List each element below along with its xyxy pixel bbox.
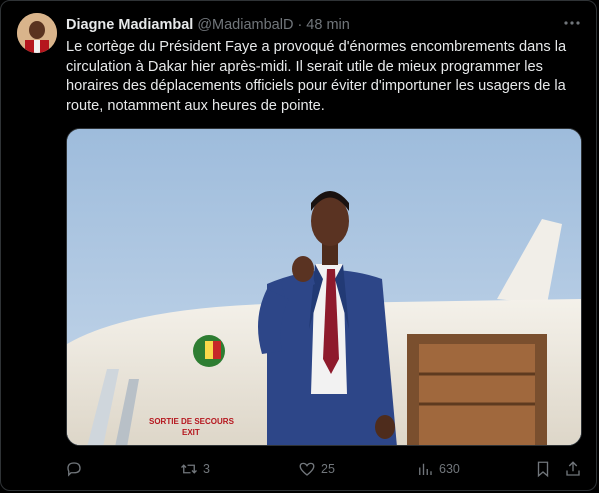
tweet-header: Diagne Madiambal @MadiambalD · 48 min <box>66 15 350 35</box>
aircraft-sign-exit: EXIT <box>182 428 200 437</box>
avatar[interactable] <box>17 13 57 53</box>
views-count: 630 <box>439 462 460 476</box>
like-count: 25 <box>321 462 335 476</box>
action-bar: 3 25 630 <box>60 455 590 483</box>
tweet-text: Le cortège du Président Faye a provoqué … <box>66 39 567 114</box>
views-button[interactable]: 630 <box>416 455 460 483</box>
reply-icon <box>67 462 81 477</box>
author-handle[interactable]: @MadiambalD <box>197 17 293 33</box>
aircraft-sign: SORTIE DE SECOURS <box>149 417 235 426</box>
more-dots-icon[interactable] <box>561 14 583 32</box>
views-chart-icon <box>419 463 432 475</box>
retweet-count: 3 <box>203 462 210 476</box>
bookmark-icon <box>537 461 549 478</box>
reply-button[interactable] <box>65 455 88 483</box>
dot-separator: · <box>297 17 303 33</box>
retweet-button[interactable]: 3 <box>180 455 210 483</box>
tweet-time[interactable]: 48 min <box>306 17 350 33</box>
author-name[interactable]: Diagne Madiambal <box>66 17 193 33</box>
emblem-icon <box>193 335 225 367</box>
heart-icon <box>299 462 315 476</box>
share-button[interactable] <box>564 455 582 483</box>
like-button[interactable]: 25 <box>298 455 335 483</box>
bookmark-button[interactable] <box>534 455 552 483</box>
retweet-icon <box>181 464 197 474</box>
share-icon <box>566 461 580 476</box>
tweet-image[interactable]: SORTIE DE SECOURS EXIT <box>66 128 582 446</box>
